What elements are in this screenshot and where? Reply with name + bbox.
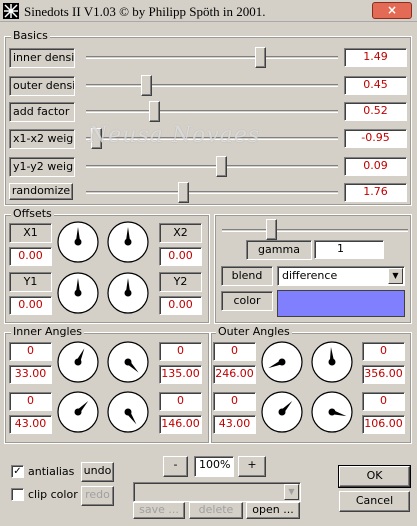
inner-top-left-int[interactable]: 0 bbox=[9, 342, 52, 361]
offset-y2-dial[interactable] bbox=[106, 271, 150, 315]
offset-x1-dial[interactable] bbox=[56, 220, 100, 264]
outer-bottom-left-int[interactable]: 0 bbox=[213, 392, 256, 411]
basics-slider-thumb[interactable] bbox=[177, 182, 189, 203]
antialias-checkbox[interactable]: ✓ bbox=[11, 465, 24, 478]
color-swatch[interactable] bbox=[277, 290, 405, 317]
basics-slider-track[interactable] bbox=[86, 165, 338, 168]
open-button[interactable]: open ... bbox=[246, 502, 300, 519]
y1-value[interactable]: 0.00 bbox=[9, 296, 52, 315]
outer-top-right-dial[interactable] bbox=[310, 340, 354, 384]
inner-bottom-right-int[interactable]: 0 bbox=[159, 392, 202, 411]
x1-value[interactable]: 0.00 bbox=[9, 247, 52, 266]
clip-color-checkbox[interactable] bbox=[11, 488, 24, 501]
basics-row-value[interactable]: 0.52 bbox=[344, 102, 407, 121]
outer-top-left-int[interactable]: 0 bbox=[213, 342, 256, 361]
preset-select[interactable]: ▼ bbox=[133, 482, 301, 502]
inner-top-right-value[interactable]: 135.00 bbox=[159, 365, 202, 384]
basics-row-value[interactable]: 0.09 bbox=[344, 157, 407, 176]
x1-label: X1 bbox=[9, 223, 52, 243]
y2-value[interactable]: 0.00 bbox=[159, 296, 202, 315]
basics-slider-thumb[interactable] bbox=[254, 47, 266, 68]
inner-bottom-left-int[interactable]: 0 bbox=[9, 392, 52, 411]
basics-row-label: outer density bbox=[9, 76, 75, 96]
basics-row-label: add factor bbox=[9, 102, 75, 122]
zoom-out-button[interactable]: - bbox=[163, 456, 188, 477]
basics-row-label: y1-y2 weight bbox=[9, 157, 75, 177]
outer-top-right-int[interactable]: 0 bbox=[362, 342, 405, 361]
basics-row-value[interactable]: 1.49 bbox=[344, 48, 407, 67]
x2-label: X2 bbox=[159, 223, 202, 243]
offset-x2-dial[interactable] bbox=[106, 220, 150, 264]
clip-color-label: clip color bbox=[28, 488, 78, 501]
undo-button[interactable]: undo bbox=[81, 462, 114, 482]
outer-bottom-left-dial[interactable] bbox=[260, 390, 304, 434]
outer-angles-legend: Outer Angles bbox=[216, 325, 292, 338]
x2-value[interactable]: 0.00 bbox=[159, 247, 202, 266]
zoom-level: 100% bbox=[194, 456, 234, 477]
basics-row-label: inner density bbox=[9, 48, 75, 68]
inner-top-left-value[interactable]: 33.00 bbox=[9, 365, 52, 384]
y2-label: Y2 bbox=[159, 272, 202, 292]
watermark: Neusa Novaes bbox=[88, 123, 261, 148]
basics-row-label: x1-x2 weight bbox=[9, 129, 75, 149]
app-icon[interactable] bbox=[3, 3, 19, 19]
ok-button[interactable]: OK bbox=[338, 465, 411, 488]
outer-bottom-left-value[interactable]: 43.00 bbox=[213, 415, 256, 434]
basics-row-value[interactable]: 1.76 bbox=[344, 183, 407, 202]
outer-bottom-right-value[interactable]: 106.00 bbox=[362, 415, 405, 434]
inner-bottom-right-value[interactable]: 146.00 bbox=[159, 415, 202, 434]
basics-slider-thumb[interactable] bbox=[216, 156, 228, 177]
gamma-slider-thumb[interactable] bbox=[265, 219, 277, 240]
y1-label: Y1 bbox=[9, 272, 52, 292]
color-label: color bbox=[221, 291, 273, 311]
inner-bottom-left-dial[interactable] bbox=[56, 390, 100, 434]
basics-slider-track[interactable] bbox=[86, 191, 338, 194]
basics-slider-track[interactable] bbox=[86, 84, 338, 87]
outer-top-left-value[interactable]: 246.00 bbox=[213, 365, 256, 384]
basics-slider-thumb[interactable] bbox=[141, 75, 153, 96]
inner-top-left-dial[interactable] bbox=[56, 340, 100, 384]
gamma-slider-track[interactable] bbox=[222, 229, 408, 232]
outer-top-right-value[interactable]: 356.00 bbox=[362, 365, 405, 384]
gamma-label: gamma bbox=[246, 240, 312, 260]
basics-row-value[interactable]: -0.95 bbox=[344, 129, 407, 148]
offset-y1-dial[interactable] bbox=[56, 271, 100, 315]
offsets-legend: Offsets bbox=[11, 207, 54, 220]
basics-slider-thumb[interactable] bbox=[148, 101, 160, 122]
inner-bottom-left-value[interactable]: 43.00 bbox=[9, 415, 52, 434]
cancel-button[interactable]: Cancel bbox=[339, 491, 410, 512]
basics-row-value[interactable]: 0.45 bbox=[344, 76, 407, 95]
basics-legend: Basics bbox=[11, 29, 50, 42]
inner-top-right-int[interactable]: 0 bbox=[159, 342, 202, 361]
outer-bottom-right-dial[interactable] bbox=[310, 390, 354, 434]
antialias-label: antialias bbox=[28, 465, 75, 478]
randomize-button[interactable]: randomize bbox=[9, 183, 73, 200]
inner-top-right-dial[interactable] bbox=[106, 340, 150, 384]
save-button[interactable]: save ... bbox=[133, 502, 185, 519]
basics-slider-track[interactable] bbox=[86, 56, 338, 59]
gamma-value[interactable]: 1 bbox=[314, 240, 384, 259]
delete-button[interactable]: delete bbox=[189, 502, 243, 519]
outer-bottom-right-int[interactable]: 0 bbox=[362, 392, 405, 411]
blend-select-value: difference bbox=[282, 269, 338, 282]
chevron-down-icon[interactable]: ▼ bbox=[284, 484, 299, 500]
blend-select[interactable]: difference ▼ bbox=[277, 266, 405, 286]
zoom-in-button[interactable]: + bbox=[238, 456, 266, 477]
window-title: Sinedots II V1.03 © by Philipp Spöth in … bbox=[24, 4, 266, 19]
redo-button[interactable]: redo bbox=[81, 486, 114, 506]
blend-label: blend bbox=[221, 266, 273, 286]
close-button[interactable]: × bbox=[372, 2, 412, 19]
basics-slider-track[interactable] bbox=[86, 110, 338, 113]
inner-angles-legend: Inner Angles bbox=[11, 325, 85, 338]
title-bar: Sinedots II V1.03 © by Philipp Spöth in … bbox=[0, 0, 417, 22]
checkmark-icon: ✓ bbox=[13, 466, 22, 477]
chevron-down-icon[interactable]: ▼ bbox=[388, 268, 403, 284]
outer-top-left-dial[interactable] bbox=[260, 340, 304, 384]
inner-bottom-right-dial[interactable] bbox=[106, 390, 150, 434]
